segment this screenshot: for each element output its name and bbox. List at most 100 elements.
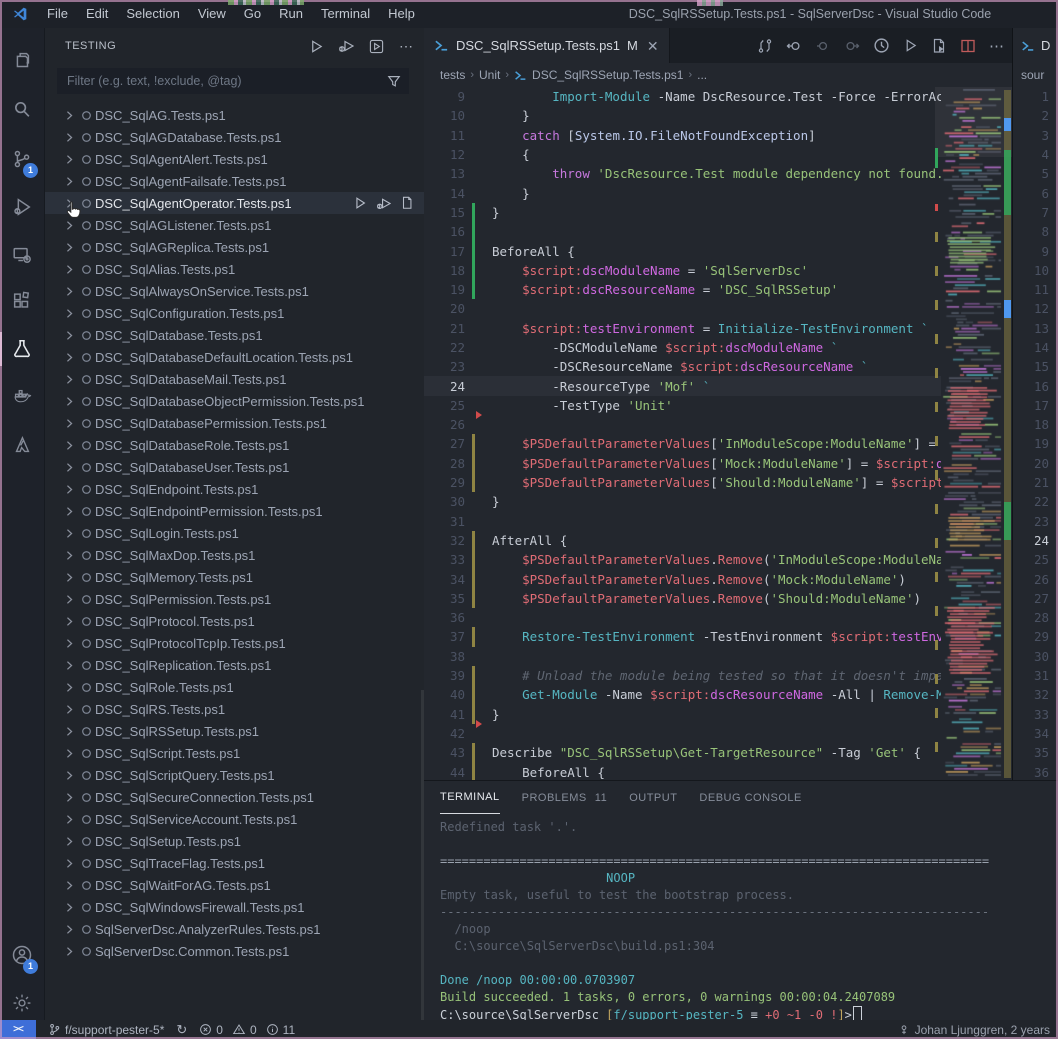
test-item[interactable]: DSC_SqlRS.Tests.ps1 (45, 698, 424, 720)
chevron-right-icon[interactable] (61, 286, 77, 297)
chevron-right-icon[interactable] (61, 308, 77, 319)
chevron-right-icon[interactable] (61, 110, 77, 121)
test-item[interactable]: DSC_SqlEndpointPermission.Tests.ps1 (45, 500, 424, 522)
code-line[interactable]: 36 (424, 608, 941, 627)
go-to-test-icon[interactable] (400, 196, 414, 211)
code-line[interactable]: 40 Get-Module -Name $script:dscResourceN… (424, 685, 941, 704)
minimap[interactable] (941, 87, 1003, 780)
code-line[interactable]: 19 $script:dscResourceName = 'DSC_SqlRSS… (424, 280, 941, 299)
filter-funnel-icon[interactable] (387, 74, 401, 88)
chevron-right-icon[interactable] (61, 352, 77, 363)
chevron-right-icon[interactable] (61, 506, 77, 517)
chevron-right-icon[interactable] (61, 330, 77, 341)
chevron-right-icon[interactable] (61, 616, 77, 627)
test-filter-input[interactable] (65, 73, 387, 89)
breadcrumb-item[interactable]: DSC_SqlRSSetup.Tests.ps1 (532, 68, 683, 82)
panel-tab-debug-console[interactable]: DEBUG CONSOLE (699, 781, 801, 814)
debug-test-icon[interactable] (376, 196, 391, 211)
code-line[interactable]: 43Describe "DSC_SqlRSSetup\Get-TargetRes… (424, 743, 941, 762)
chevron-right-icon[interactable] (61, 814, 77, 825)
run-all-tests-icon[interactable] (306, 36, 326, 56)
code-line[interactable]: 26 (424, 415, 941, 434)
code-line[interactable]: 34 $PSDefaultParameterValues.Remove('Moc… (424, 569, 941, 588)
code-line[interactable]: 31 (424, 512, 941, 531)
test-item[interactable]: DSC_SqlRole.Tests.ps1 (45, 676, 424, 698)
breadcrumb-2[interactable]: sour (1021, 63, 1044, 87)
chevron-right-icon[interactable] (61, 858, 77, 869)
chevron-right-icon[interactable] (61, 726, 77, 737)
test-item[interactable]: SqlServerDsc.AnalyzerRules.Tests.ps1 (45, 918, 424, 940)
code-line[interactable]: 14 } (424, 183, 941, 202)
chevron-right-icon[interactable] (61, 242, 77, 253)
test-item[interactable]: DSC_SqlAGDatabase.Tests.ps1 (45, 126, 424, 148)
chevron-right-icon[interactable] (61, 154, 77, 165)
chevron-right-icon[interactable] (61, 594, 77, 605)
code-line[interactable]: 27 $PSDefaultParameterValues['InModuleSc… (424, 434, 941, 453)
code-line[interactable]: 37 Restore-TestEnvironment -TestEnvironm… (424, 627, 941, 646)
code-line[interactable]: 41} (424, 705, 941, 724)
test-item[interactable]: DSC_SqlAGListener.Tests.ps1 (45, 214, 424, 236)
breadcrumb-item[interactable]: ... (697, 68, 707, 82)
test-item[interactable]: DSC_SqlAgentFailsafe.Tests.ps1 (45, 170, 424, 192)
test-item[interactable]: DSC_SqlDatabaseRole.Tests.ps1 (45, 434, 424, 456)
test-item[interactable]: DSC_SqlWaitForAG.Tests.ps1 (45, 874, 424, 896)
code-line[interactable]: 21 $script:testEnvironment = Initialize-… (424, 319, 941, 338)
test-item[interactable]: DSC_SqlDatabaseMail.Tests.ps1 (45, 368, 424, 390)
test-filter-box[interactable] (57, 68, 409, 94)
code-line[interactable]: 16 (424, 222, 941, 241)
code-line[interactable]: 17BeforeAll { (424, 241, 941, 260)
test-item[interactable]: DSC_SqlWindowsFirewall.Tests.ps1 (45, 896, 424, 918)
menu-help[interactable]: Help (379, 0, 424, 28)
test-item[interactable]: DSC_SqlReplication.Tests.ps1 (45, 654, 424, 676)
azure-icon[interactable] (0, 422, 44, 468)
panel-tab-problems[interactable]: PROBLEMS11 (522, 781, 608, 814)
code-line[interactable]: 25 -TestType 'Unit' (424, 396, 941, 415)
code-line[interactable]: 44 BeforeAll { (424, 762, 941, 780)
chevron-right-icon[interactable] (61, 528, 77, 539)
code-editor[interactable]: 9 Import-Module -Name DscResource.Test -… (424, 87, 941, 780)
test-item[interactable]: DSC_SqlScriptQuery.Tests.ps1 (45, 764, 424, 786)
open-changes-icon[interactable] (757, 38, 773, 54)
chevron-right-icon[interactable] (61, 902, 77, 913)
test-item[interactable]: DSC_SqlServiceAccount.Tests.ps1 (45, 808, 424, 830)
run-icon[interactable] (903, 38, 918, 53)
chevron-right-icon[interactable] (61, 176, 77, 187)
code-line[interactable]: 15} (424, 203, 941, 222)
chevron-right-icon[interactable] (61, 418, 77, 429)
menu-file[interactable]: File (38, 0, 77, 28)
chevron-right-icon[interactable] (61, 374, 77, 385)
problems-status-item[interactable]: 0 0 11 (199, 1023, 295, 1037)
code-line[interactable]: 42 (424, 724, 941, 743)
breadcrumb-item[interactable]: Unit (479, 68, 500, 82)
panel-tab-terminal[interactable]: TERMINAL (440, 781, 500, 814)
accounts-icon[interactable]: 1 (0, 932, 44, 978)
chevron-right-icon[interactable] (61, 638, 77, 649)
docker-icon[interactable] (0, 374, 44, 420)
test-item[interactable]: DSC_SqlLogin.Tests.ps1 (45, 522, 424, 544)
remote-indicator[interactable]: >< (0, 1020, 36, 1039)
run-file-icon[interactable] (931, 38, 947, 54)
chevron-right-icon[interactable] (61, 132, 77, 143)
code-line[interactable]: 33 $PSDefaultParameterValues.Remove('InM… (424, 550, 941, 569)
code-line[interactable]: 32AfterAll { (424, 531, 941, 550)
test-item[interactable]: SqlServerDsc.Common.Tests.ps1 (45, 940, 424, 962)
code-line[interactable]: 9 Import-Module -Name DscResource.Test -… (424, 87, 941, 106)
tab-dsc-sqlrssetup-tests[interactable]: DSC_SqlRSSetup.Tests.ps1 M ✕ (424, 28, 670, 63)
test-item[interactable]: DSC_SqlAG.Tests.ps1 (45, 104, 424, 126)
code-line[interactable]: 18 $script:dscModuleName = 'SqlServerDsc… (424, 261, 941, 280)
remote-explorer-icon[interactable] (0, 232, 44, 278)
test-item[interactable]: DSC_SqlDatabasePermission.Tests.ps1 (45, 412, 424, 434)
chevron-right-icon[interactable] (61, 682, 77, 693)
code-line[interactable]: 11 catch [System.IO.FileNotFoundExceptio… (424, 126, 941, 145)
test-item[interactable]: DSC_SqlPermission.Tests.ps1 (45, 588, 424, 610)
run-tests-view-icon[interactable] (366, 36, 386, 56)
chevron-right-icon[interactable] (61, 396, 77, 407)
breadcrumb[interactable]: tests›Unit›DSC_SqlRSSetup.Tests.ps1›... (424, 63, 1012, 87)
run-test-icon[interactable] (353, 196, 367, 211)
debug-all-tests-icon[interactable] (336, 36, 356, 56)
test-item[interactable]: DSC_SqlDatabaseUser.Tests.ps1 (45, 456, 424, 478)
code-line[interactable]: 38 (424, 647, 941, 666)
editor-more-actions-icon[interactable]: ⋯ (989, 37, 1004, 55)
chevron-right-icon[interactable] (61, 836, 77, 847)
split-editor-icon[interactable] (960, 38, 976, 54)
